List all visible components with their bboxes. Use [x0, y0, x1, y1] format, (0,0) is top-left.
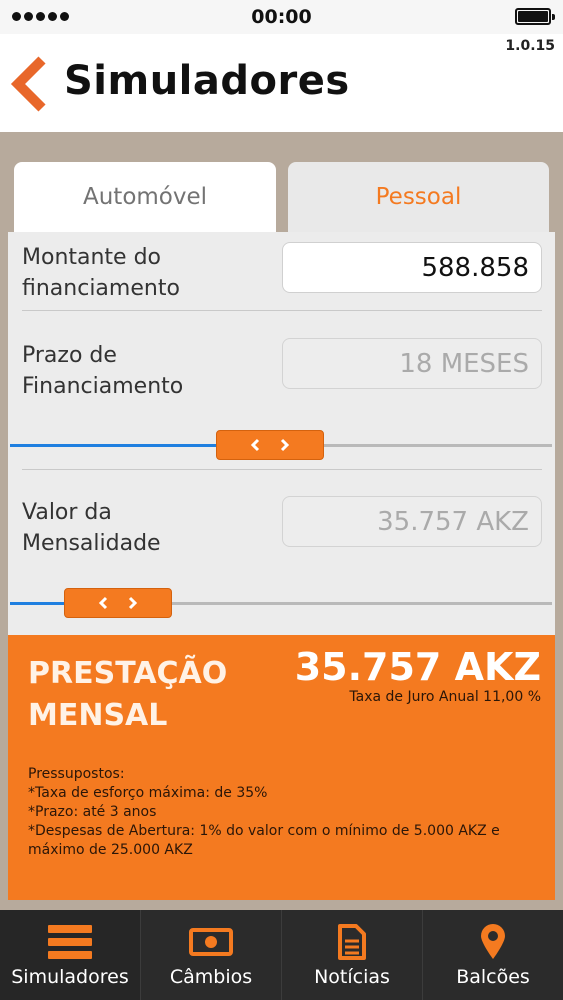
- result-panel: PRESTAÇÃO MENSAL 35.757 AKZ Taxa de Juro…: [8, 635, 555, 900]
- app-header: 1.0.15 Simuladores: [0, 34, 563, 132]
- nav-item-cambios[interactable]: Câmbios: [140, 910, 281, 1000]
- result-label-line1: PRESTAÇÃO: [28, 656, 228, 691]
- nav-label: Balcões: [456, 966, 530, 988]
- monthly-label-line1: Valor da: [22, 500, 112, 525]
- amount-input[interactable]: 588.858: [282, 242, 542, 293]
- chevron-right-icon: [280, 438, 290, 452]
- amount-label-line2: financiamento: [22, 276, 180, 301]
- nav-label: Simuladores: [11, 966, 129, 988]
- assumption-item: *Prazo: até 3 anos: [28, 804, 157, 820]
- assumptions-title: Pressupostos:: [28, 766, 125, 782]
- location-pin-icon: [479, 922, 507, 962]
- assumption-item: *Despesas de Abertura: 1% do valor com o…: [28, 823, 500, 858]
- term-label-line1: Prazo de: [22, 343, 117, 368]
- divider: [22, 469, 542, 470]
- term-label: Prazo de Financiamento: [22, 340, 183, 402]
- banknote-icon: [189, 922, 233, 962]
- term-label-line2: Financiamento: [22, 374, 184, 399]
- term-field: 18 MESES: [282, 338, 542, 389]
- chevron-left-icon: [98, 596, 108, 610]
- tab-automovel[interactable]: Automóvel: [14, 162, 276, 232]
- amount-label-line1: Montante do: [22, 245, 162, 270]
- nav-label: Notícias: [314, 966, 390, 988]
- chevron-right-icon: [128, 596, 138, 610]
- simulator-content: Automóvel Pessoal Montante do financiame…: [8, 148, 555, 900]
- status-bar: 00:00: [0, 0, 563, 34]
- nav-item-simuladores[interactable]: Simuladores: [0, 910, 140, 1000]
- assumption-item: *Taxa de esforço máxima: de 35%: [28, 785, 268, 801]
- amount-label: Montante do financiamento: [22, 242, 180, 304]
- tab-label: Automóvel: [82, 184, 208, 210]
- simulator-form: Montante do financiamento 588.858 Prazo …: [8, 232, 555, 635]
- battery-icon: [515, 8, 555, 25]
- monthly-slider-handle[interactable]: [64, 588, 172, 618]
- monthly-label-line2: Mensalidade: [22, 531, 161, 556]
- monthly-label: Valor da Mensalidade: [22, 497, 161, 559]
- monthly-field: 35.757 AKZ: [282, 496, 542, 547]
- assumptions-text: Pressupostos: *Taxa de esforço máxima: d…: [28, 765, 543, 860]
- term-slider-handle[interactable]: [216, 430, 324, 460]
- chevron-left-icon: [10, 56, 46, 112]
- document-icon: [337, 922, 367, 962]
- nav-label: Câmbios: [169, 966, 253, 988]
- tab-label: Pessoal: [375, 184, 462, 210]
- result-label-line2: MENSAL: [28, 698, 168, 733]
- page-title: Simuladores: [64, 58, 350, 104]
- bottom-navigation: Simuladores Câmbios Notícias Balcões: [0, 910, 563, 1000]
- chevron-left-icon: [250, 438, 260, 452]
- interest-rate: Taxa de Juro Anual 11,00 %: [349, 689, 541, 705]
- app-version: 1.0.15: [505, 38, 555, 54]
- tab-pessoal[interactable]: Pessoal: [288, 162, 549, 232]
- nav-item-balcoes[interactable]: Balcões: [422, 910, 563, 1000]
- status-time: 00:00: [251, 6, 312, 28]
- simulators-icon: [48, 922, 92, 962]
- nav-item-noticias[interactable]: Notícias: [281, 910, 422, 1000]
- result-label: PRESTAÇÃO MENSAL: [28, 653, 227, 737]
- monthly-payment-value: 35.757 AKZ: [294, 645, 541, 689]
- back-button[interactable]: [8, 54, 54, 114]
- divider: [22, 310, 542, 311]
